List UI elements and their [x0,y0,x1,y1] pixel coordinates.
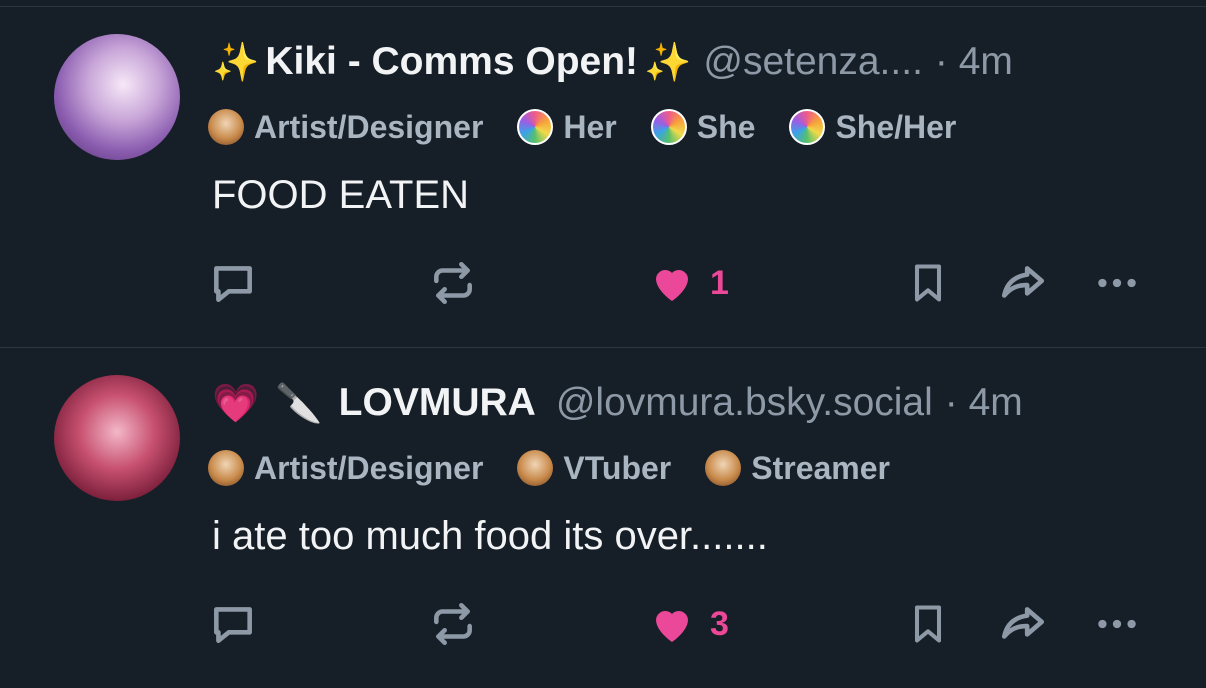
chicken-icon [208,450,244,486]
heart-emoji: 💗 [212,381,260,425]
more-icon [1098,619,1136,629]
display-name[interactable]: LOVMURA [339,381,536,425]
chicken-icon [208,109,244,145]
like-count: 1 [710,263,729,302]
bookmark-button[interactable] [906,594,950,654]
share-button[interactable] [996,253,1050,313]
like-button[interactable]: 1 [648,253,729,313]
repost-icon [434,261,472,305]
knife-emoji: 🔪 [275,381,323,425]
like-count: 3 [710,604,729,643]
share-icon [1001,266,1045,298]
timestamp[interactable]: · 4m [945,381,1023,425]
user-handle[interactable]: @lovmura.bsky.social [556,381,933,425]
profile-tag[interactable]: Streamer [705,450,890,487]
user-handle[interactable]: @setenza.... [703,40,923,84]
tag-label: Artist/Designer [254,108,484,145]
tag-label: Her [563,108,617,145]
tag-label: Streamer [751,449,890,486]
reply-icon [214,266,252,302]
heart-icon [656,610,688,642]
repost-button[interactable] [428,253,478,313]
profile-tags: Artist/Designer Her She She/Her [208,107,990,147]
chicken-icon [517,450,554,486]
pride-pronoun-icon [789,109,826,145]
post-actions: 3 [0,594,1206,654]
more-options-button[interactable] [1092,253,1142,313]
more-icon [1098,278,1136,288]
tag-label: VTuber [563,449,672,486]
more-options-button[interactable] [1092,594,1142,654]
tag-label: Artist/Designer [254,449,484,486]
feed: ✨ Kiki - Comms Open! ✨ @setenza.... · 4m… [0,0,1206,680]
share-button[interactable] [996,594,1050,654]
reply-button[interactable] [208,594,258,654]
bookmark-icon [914,264,942,302]
avatar[interactable] [54,375,180,501]
post-item[interactable]: ✨ Kiki - Comms Open! ✨ @setenza.... · 4m… [0,7,1206,347]
profile-tags: Artist/Designer VTuber Streamer [208,448,924,488]
profile-tag[interactable]: Her [517,108,617,146]
profile-tag[interactable]: Artist/Designer [208,450,483,487]
post-actions: 1 [0,253,1206,313]
chicken-icon [705,450,742,486]
post-item[interactable]: 💗 🔪 LOVMURA @lovmura.bsky.social · 4m Ar… [0,347,1206,688]
profile-tag[interactable]: VTuber [517,450,671,487]
profile-tag[interactable]: She/Her [789,109,956,146]
repost-button[interactable] [428,594,478,654]
pride-pronoun-icon [650,109,687,145]
post-text: FOOD EATEN [212,173,470,217]
post-header: 💗 🔪 LOVMURA @lovmura.bsky.social · 4m [212,380,1160,426]
post-text: i ate too much food its over....... [212,514,768,558]
display-name[interactable]: Kiki - Comms Open! [265,40,638,84]
avatar[interactable] [54,34,180,160]
heart-icon [656,269,688,301]
sparkles-emoji: ✨ [212,40,260,84]
sparkles-emoji: ✨ [644,40,692,84]
bookmark-button[interactable] [906,253,950,313]
timestamp[interactable]: · 4m [935,40,1013,84]
reply-button[interactable] [208,253,258,313]
reply-icon [214,607,252,643]
pride-pronoun-icon [517,109,554,145]
repost-icon [434,602,472,646]
profile-tag[interactable]: Artist/Designer [208,109,483,146]
tag-label: She/Her [835,108,957,145]
bookmark-icon [914,605,942,643]
profile-tag[interactable]: She [650,108,756,146]
share-icon [1001,607,1045,639]
like-button[interactable]: 3 [648,594,729,654]
post-header: ✨ Kiki - Comms Open! ✨ @setenza.... · 4m [212,39,1160,85]
tag-label: She [696,108,756,145]
